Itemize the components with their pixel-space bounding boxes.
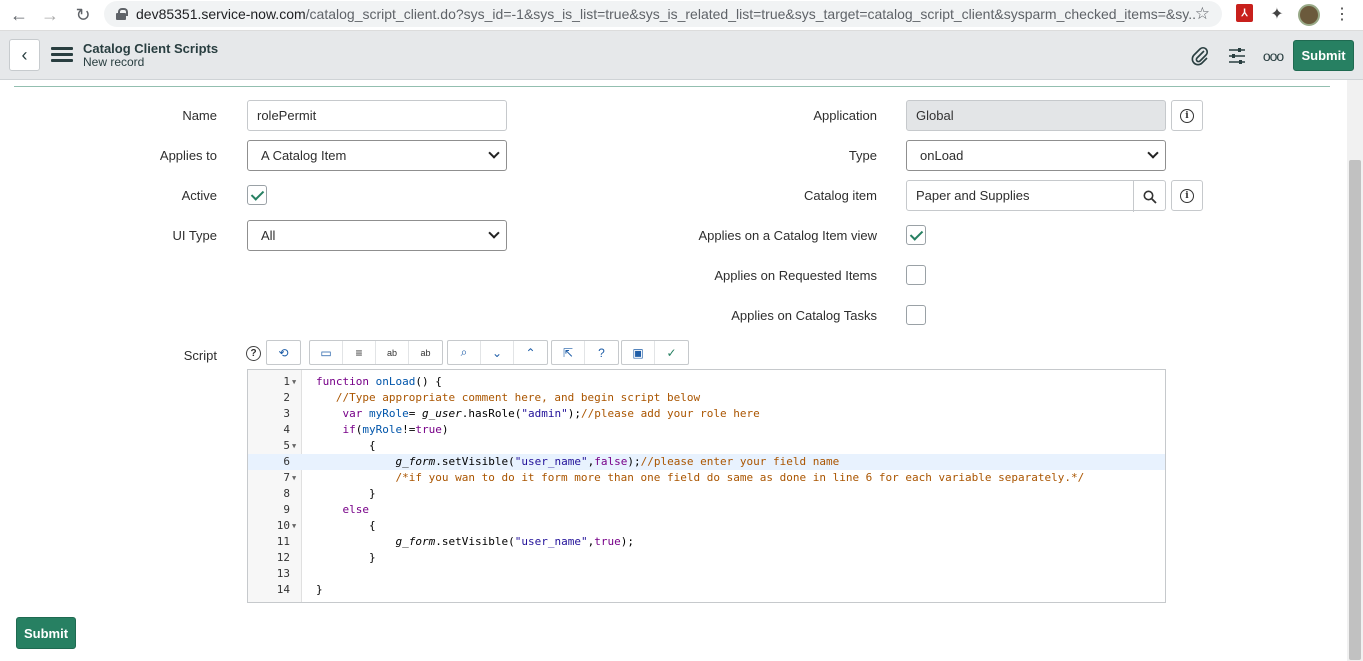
fullscreen-icon[interactable]: ⇱ bbox=[552, 341, 585, 364]
browser-toolbar: ← → ↻ dev85351.service-now.com/catalog_s… bbox=[0, 0, 1363, 31]
applies-catalog-view-checkbox[interactable] bbox=[906, 225, 926, 245]
type-select[interactable]: onLoad bbox=[906, 140, 1166, 171]
active-label: Active bbox=[181, 188, 217, 203]
code-line: 2 //Type appropriate comment here, and b… bbox=[283, 391, 701, 404]
applies-requested-checkbox[interactable] bbox=[906, 265, 926, 285]
ui-type-label: UI Type bbox=[172, 228, 217, 243]
chevron-left-icon: ‹ bbox=[21, 44, 28, 65]
page-subtitle: New record bbox=[83, 55, 145, 69]
bookmark-star-icon[interactable]: ☆ bbox=[1195, 4, 1210, 24]
code-line: 7 ▼ /*if you wan to do it form more than … bbox=[283, 471, 1085, 484]
chevron-down-icon bbox=[1147, 147, 1159, 159]
lock-icon bbox=[116, 8, 128, 20]
back-button[interactable]: ‹ bbox=[9, 39, 40, 71]
comment-icon[interactable]: ▭ bbox=[310, 341, 343, 364]
code-line: 3 var myRole= g_user.hasRole("admin");//… bbox=[283, 407, 760, 420]
catalog-item-value: Paper and Supplies bbox=[916, 188, 1030, 203]
code-line: 13 bbox=[276, 567, 290, 580]
ui-type-value: All bbox=[261, 228, 276, 243]
catalog-item-label: Catalog item bbox=[804, 188, 877, 203]
format-code-icon[interactable]: ≡ bbox=[343, 341, 376, 364]
syntax-check-icon[interactable]: ✓ bbox=[655, 341, 688, 364]
catalog-item-info-button[interactable]: i bbox=[1171, 180, 1203, 211]
hamburger-menu-icon[interactable] bbox=[51, 47, 73, 63]
applies-to-value: A Catalog Item bbox=[261, 148, 347, 163]
reload-icon[interactable]: ↻ bbox=[70, 3, 96, 27]
catalog-item-input[interactable]: Paper and Supplies bbox=[906, 180, 1166, 212]
script-label: Script bbox=[183, 348, 217, 363]
applies-tasks-checkbox[interactable] bbox=[906, 305, 926, 325]
code-line: 11 g_form.setVisible("user_name",true); bbox=[276, 535, 634, 548]
header-submit-button[interactable]: Submit bbox=[1293, 40, 1354, 71]
attachment-paperclip-icon[interactable] bbox=[1188, 44, 1212, 68]
type-value: onLoad bbox=[920, 148, 964, 163]
toolbar-group-1: ⟲ bbox=[266, 340, 301, 365]
application-info-button[interactable]: i bbox=[1171, 100, 1203, 131]
page-title: Catalog Client Scripts bbox=[83, 41, 219, 56]
section-divider bbox=[14, 86, 1330, 87]
applies-catalog-view-label: Applies on a Catalog Item view bbox=[698, 228, 877, 243]
form-header: ‹ Catalog Client Scripts New record ooo … bbox=[0, 31, 1363, 80]
toggle-syntax-icon[interactable]: ⟲ bbox=[267, 341, 300, 364]
extensions-puzzle-icon[interactable]: ✦ bbox=[1267, 4, 1287, 24]
script-editor[interactable]: 1 ▼ function onLoad() { 2 //Type appropria… bbox=[247, 369, 1166, 603]
profile-avatar[interactable] bbox=[1298, 4, 1320, 26]
code-line: 1 ▼ function onLoad() { bbox=[283, 375, 442, 388]
find-next-icon[interactable]: ⌄ bbox=[481, 341, 514, 364]
find-previous-icon[interactable]: ⌃ bbox=[514, 341, 547, 364]
replace-all-icon[interactable]: ab bbox=[409, 341, 442, 364]
chevron-down-icon bbox=[488, 227, 500, 239]
code-line-active: 6 g_form.setVisible("user_name",false);/… bbox=[248, 454, 1165, 470]
script-help-icon[interactable]: ? bbox=[585, 341, 618, 364]
browser-menu-icon[interactable]: ⋮ bbox=[1332, 4, 1352, 24]
lookup-search-button[interactable] bbox=[1133, 181, 1165, 212]
url-text: dev85351.service-now.com/catalog_script_… bbox=[136, 6, 1196, 22]
replace-icon[interactable]: ab bbox=[376, 341, 409, 364]
url-host: dev85351.service-now.com bbox=[136, 6, 306, 22]
applies-to-label: Applies to bbox=[159, 148, 217, 163]
application-label: Application bbox=[813, 108, 877, 123]
code-line: 10 ▼ { bbox=[276, 519, 376, 532]
applies-to-select[interactable]: A Catalog Item bbox=[247, 140, 507, 171]
search-icon[interactable]: ⌕ bbox=[448, 341, 481, 364]
chevron-down-icon bbox=[488, 147, 500, 159]
toolbar-group-3: ⌕ ⌄ ⌃ bbox=[447, 340, 548, 365]
active-checkbox[interactable] bbox=[247, 185, 267, 205]
code-line: 4 if(myRole!=true) bbox=[283, 423, 449, 436]
ui-type-select[interactable]: All bbox=[247, 220, 507, 251]
url-path: /catalog_script_client.do?sys_id=-1&sys_… bbox=[305, 6, 1196, 22]
applies-requested-label: Applies on Requested Items bbox=[714, 268, 877, 283]
code-line: 9 else bbox=[283, 503, 369, 516]
scrollbar-thumb[interactable] bbox=[1349, 160, 1361, 660]
code-line: 8 } bbox=[283, 487, 376, 500]
name-label: Name bbox=[182, 108, 217, 123]
code-line: 5 ▼ { bbox=[283, 439, 376, 452]
help-icon[interactable]: ? bbox=[246, 346, 261, 361]
search-icon bbox=[1143, 190, 1157, 204]
toolbar-group-4: ⇱ ? bbox=[551, 340, 619, 365]
info-icon: i bbox=[1180, 108, 1194, 123]
toolbar-group-5: ▣ ✓ bbox=[621, 340, 689, 365]
code-line: 12 } bbox=[276, 551, 376, 564]
application-field: Global bbox=[906, 100, 1166, 131]
more-options-icon[interactable]: ooo bbox=[1261, 44, 1285, 68]
save-icon[interactable]: ▣ bbox=[622, 341, 655, 364]
type-label: Type bbox=[848, 148, 877, 163]
name-input[interactable]: rolePermit bbox=[247, 100, 507, 131]
forward-arrow-icon[interactable]: → bbox=[37, 3, 63, 27]
back-arrow-icon[interactable]: ← bbox=[6, 3, 32, 27]
pdf-extension-icon[interactable]: ⅄ bbox=[1236, 4, 1253, 22]
personalize-sliders-icon[interactable] bbox=[1225, 44, 1249, 68]
info-icon: i bbox=[1180, 188, 1194, 203]
code-line: 14} bbox=[276, 583, 323, 596]
applies-tasks-label: Applies on Catalog Tasks bbox=[731, 308, 877, 323]
footer-submit-button[interactable]: Submit bbox=[16, 617, 76, 649]
address-bar[interactable]: dev85351.service-now.com/catalog_script_… bbox=[104, 1, 1222, 27]
toolbar-group-2: ▭ ≡ ab ab bbox=[309, 340, 443, 365]
